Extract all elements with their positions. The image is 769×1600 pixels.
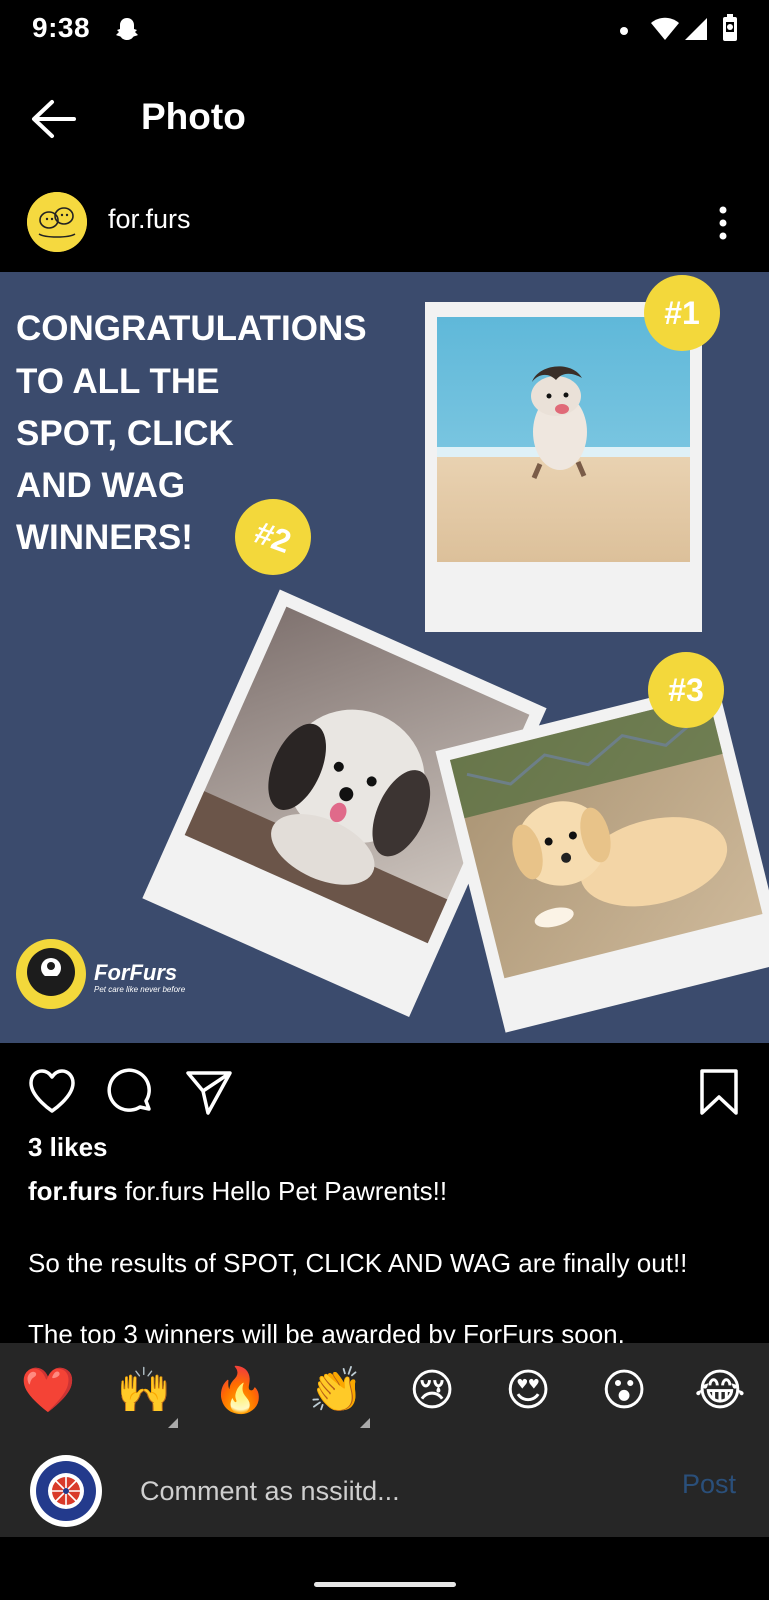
- status-time: 9:38: [32, 12, 91, 43]
- post-header: for.furs: [0, 176, 769, 272]
- reaction-heart-eyes[interactable]: 😍: [500, 1363, 556, 1419]
- reaction-clapping-hands[interactable]: 👏: [308, 1363, 364, 1419]
- bookmark-icon[interactable]: [694, 1067, 744, 1117]
- reaction-raising-hands[interactable]: 🙌: [116, 1363, 172, 1419]
- badge-1-label: #1: [664, 295, 700, 331]
- battery-icon: [723, 14, 737, 41]
- comment-input[interactable]: [140, 1465, 640, 1517]
- status-bar: 9:38: [0, 0, 769, 62]
- like-heart-icon[interactable]: [27, 1067, 77, 1117]
- reaction-crying-face[interactable]: 😢: [404, 1363, 460, 1419]
- post-image[interactable]: CONGRATULATIONS TO ALL THE SPOT, CLICK A…: [0, 272, 769, 1043]
- reaction-tears-of-joy[interactable]: 😂: [692, 1363, 748, 1419]
- headline-line-4: AND WAG: [16, 466, 185, 505]
- reaction-red-heart[interactable]: ❤️: [20, 1363, 76, 1419]
- share-send-icon[interactable]: [184, 1067, 234, 1117]
- reaction-fire[interactable]: 🔥: [212, 1363, 268, 1419]
- caption-line-2: So the results of SPOT, CLICK AND WAG ar…: [28, 1248, 688, 1278]
- skin-tone-indicator-icon: [360, 1418, 370, 1428]
- post-comment-button[interactable]: Post: [682, 1469, 736, 1500]
- badge-1: #1: [644, 275, 720, 351]
- skin-tone-indicator-icon: [168, 1418, 178, 1428]
- home-indicator[interactable]: [314, 1582, 456, 1587]
- caption-first-line: for.furs for.furs Hello Pet Pawrents!!: [28, 1176, 447, 1207]
- quick-reactions-bar: ❤️ 🙌 🔥 👏 😢 😍 😮 😂: [0, 1343, 769, 1445]
- like-count[interactable]: 3 likes: [28, 1132, 108, 1163]
- wifi-icon: [651, 17, 679, 40]
- post-actions: [0, 1043, 769, 1143]
- headline-line-2: TO ALL THE: [16, 362, 220, 401]
- headline-line-5: WINNERS!: [16, 518, 193, 557]
- user-avatar[interactable]: [30, 1455, 102, 1527]
- more-options-icon[interactable]: [708, 202, 738, 244]
- cell-signal-icon: [685, 18, 707, 40]
- comment-bar: Post: [0, 1445, 769, 1537]
- polaroid-1: [425, 302, 702, 632]
- headline-line-3: SPOT, CLICK: [16, 414, 234, 453]
- reaction-surprised-face[interactable]: 😮: [596, 1363, 652, 1419]
- app-header: Photo: [0, 62, 769, 176]
- headline-line-1: CONGRATULATIONS: [16, 309, 367, 348]
- badge-3: #3: [648, 652, 724, 728]
- snapchat-ghost-icon: [116, 18, 138, 40]
- nss-emblem-icon: [32, 1457, 100, 1525]
- caption-text: for.furs Hello Pet Pawrents!!: [124, 1176, 448, 1206]
- badge-2: #2: [235, 499, 311, 575]
- page-title: Photo: [141, 96, 246, 137]
- brand-name: ForFurs: [94, 960, 177, 985]
- comment-bubble-icon[interactable]: [106, 1067, 156, 1117]
- back-arrow-icon[interactable]: [30, 98, 78, 140]
- profile-avatar[interactable]: [27, 192, 87, 252]
- notification-dot-icon: [620, 27, 628, 35]
- dog-logo-icon: [27, 192, 87, 252]
- caption-username[interactable]: for.furs: [28, 1176, 118, 1206]
- brand-tagline: Pet care like never before: [94, 985, 186, 994]
- badge-3-label: #3: [668, 672, 704, 708]
- post-username[interactable]: for.furs: [108, 204, 191, 235]
